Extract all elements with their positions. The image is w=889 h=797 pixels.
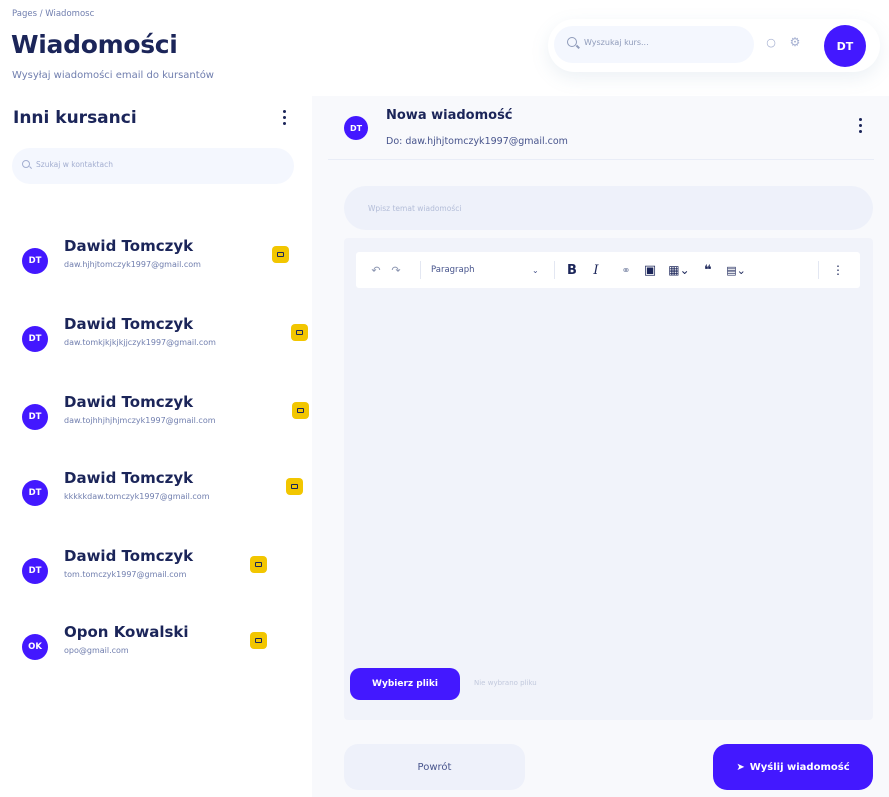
bold-icon[interactable]: B [564, 252, 580, 288]
contact-email: kkkkkdaw.tomczyk1997@gmail.com [64, 492, 210, 501]
mail-icon[interactable] [292, 402, 309, 419]
contact-name: Dawid Tomczyk [64, 547, 194, 565]
mail-icon[interactable] [286, 478, 303, 495]
recipient-avatar: DT [344, 116, 368, 140]
contacts-search-placeholder: Szukaj w kontaktach [36, 160, 113, 169]
contact-name: Opon Kowalski [64, 623, 189, 641]
mail-icon[interactable] [272, 246, 289, 263]
media-icon[interactable]: ▤⌄ [722, 252, 750, 288]
contact-name: Dawid Tomczyk [64, 237, 194, 255]
contact-avatar: DT [22, 404, 48, 430]
contacts-title: Inni kursanci [13, 108, 137, 128]
compose-recipient: Do: daw.hjhjtomczyk1997@gmail.com [386, 136, 568, 147]
contact-item[interactable]: OK Opon Kowalski opo@gmail.com [22, 622, 312, 672]
italic-icon[interactable]: I [588, 252, 604, 288]
page-title: Wiadomości [11, 30, 178, 59]
mail-icon[interactable] [291, 324, 308, 341]
choose-files-button[interactable]: Wybierz pliki [350, 668, 460, 700]
contact-item[interactable]: DT Dawid Tomczyk kkkkkdaw.tomczyk1997@gm… [22, 468, 312, 518]
page-subtitle: Wysyłaj wiadomości email do kursantów [12, 70, 214, 81]
back-button[interactable]: Powrót [344, 744, 525, 790]
search-icon [567, 37, 577, 47]
compose-title: Nowa wiadomość [386, 108, 513, 123]
link-icon[interactable]: ⚭ [618, 252, 634, 288]
editor-toolbar: ↶ ↷ Paragraph ⌄ B I ⚭ ▣ ▦⌄ ❝ ▤⌄ ⋮ [356, 252, 860, 288]
contact-avatar: DT [22, 248, 48, 274]
file-status: Nie wybrano pliku [474, 679, 537, 687]
redo-icon[interactable]: ↷ [388, 252, 404, 288]
contact-avatar: DT [22, 480, 48, 506]
contacts-search-input[interactable]: Szukaj w kontaktach [12, 148, 294, 184]
quote-icon[interactable]: ❝ [700, 252, 716, 288]
contact-item[interactable]: DT Dawid Tomczyk daw.hjhjtomczyk1997@gma… [22, 236, 312, 286]
chevron-down-icon[interactable]: ⌄ [532, 252, 539, 288]
global-search-placeholder: Wyszukaj kurs... [584, 38, 649, 47]
contact-name: Dawid Tomczyk [64, 315, 194, 333]
contact-email: opo@gmail.com [64, 646, 129, 655]
contact-email: tom.tomczyk1997@gmail.com [64, 570, 187, 579]
breadcrumb: Pages / Wiadomosc [12, 9, 95, 19]
bell-icon[interactable]: ○ [765, 36, 777, 50]
contact-name: Dawid Tomczyk [64, 393, 194, 411]
message-editor[interactable]: ↶ ↷ Paragraph ⌄ B I ⚭ ▣ ▦⌄ ❝ ▤⌄ ⋮ [344, 238, 873, 720]
compose-header: DT Nowa wiadomość Do: daw.hjhjtomczyk199… [328, 96, 874, 160]
contact-avatar: OK [22, 634, 48, 660]
compose-menu-icon[interactable] [858, 118, 862, 136]
contact-item[interactable]: DT Dawid Tomczyk daw.tojhhjhjhjmczyk1997… [22, 392, 312, 442]
user-avatar[interactable]: DT [824, 25, 866, 67]
table-icon[interactable]: ▦⌄ [666, 252, 692, 288]
undo-icon[interactable]: ↶ [368, 252, 384, 288]
mail-icon[interactable] [250, 632, 267, 649]
contact-avatar: DT [22, 558, 48, 584]
send-icon: ➤ [736, 761, 745, 773]
contact-email: daw.tojhhjhjhjmczyk1997@gmail.com [64, 416, 216, 425]
contact-avatar: DT [22, 326, 48, 352]
image-icon[interactable]: ▣ [642, 252, 658, 288]
top-navbar: Wyszukaj kurs... ○ ⚙ DT [548, 19, 880, 72]
paragraph-style-select[interactable]: Paragraph [431, 252, 475, 288]
contacts-menu-icon[interactable] [282, 110, 286, 128]
gear-icon[interactable]: ⚙ [788, 35, 802, 49]
send-button[interactable]: ➤ Wyślij wiadomość [713, 744, 873, 790]
send-button-label: Wyślij wiadomość [749, 761, 850, 773]
subject-input[interactable] [344, 186, 873, 230]
contact-email: daw.hjhjtomczyk1997@gmail.com [64, 260, 201, 269]
compose-panel: DT Nowa wiadomość Do: daw.hjhjtomczyk199… [312, 96, 889, 797]
more-icon[interactable]: ⋮ [830, 252, 846, 288]
mail-icon[interactable] [250, 556, 267, 573]
contacts-panel: Inni kursanci Szukaj w kontaktach DT Daw… [0, 96, 309, 797]
contact-item[interactable]: DT Dawid Tomczyk daw.tomkjkjkjkjjczyk199… [22, 314, 312, 364]
search-icon [22, 160, 30, 168]
contact-email: daw.tomkjkjkjkjjczyk1997@gmail.com [64, 338, 216, 347]
contact-item[interactable]: DT Dawid Tomczyk tom.tomczyk1997@gmail.c… [22, 546, 312, 596]
contact-name: Dawid Tomczyk [64, 469, 194, 487]
global-search-input[interactable]: Wyszukaj kurs... [554, 26, 754, 63]
